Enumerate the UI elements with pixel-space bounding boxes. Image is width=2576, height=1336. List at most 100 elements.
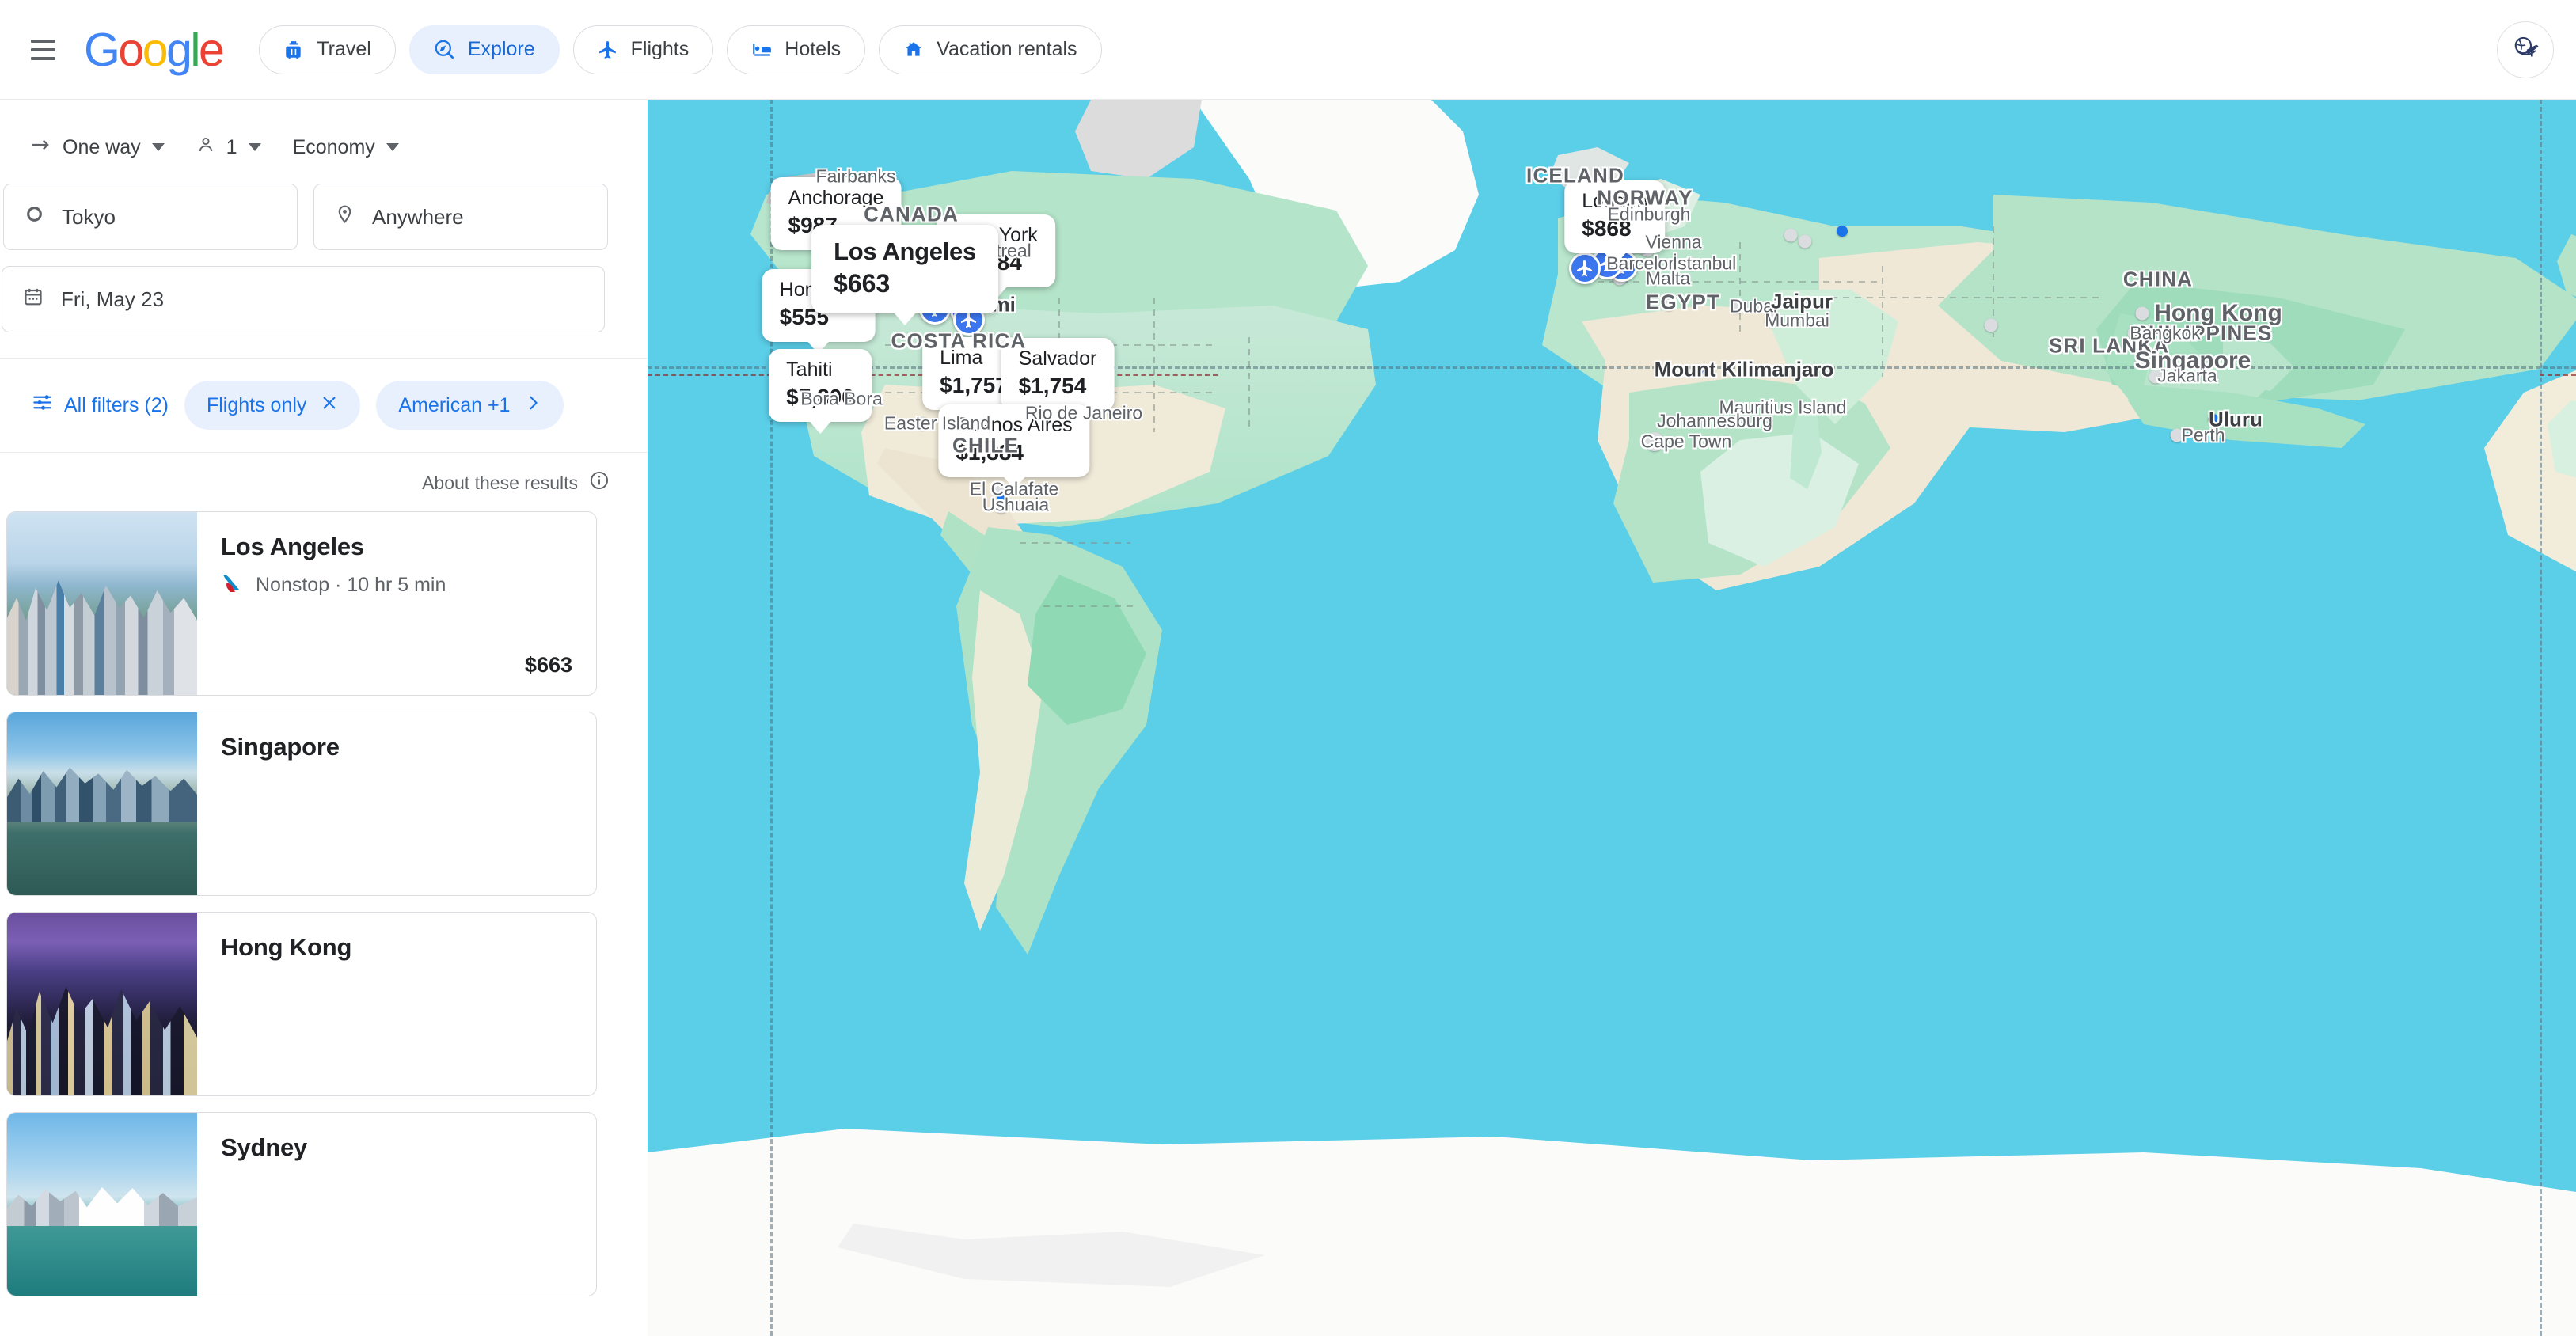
map-dot[interactable] xyxy=(2135,354,2149,368)
map-dot[interactable] xyxy=(1731,299,1745,313)
chevron-right-icon[interactable] xyxy=(524,394,541,417)
filter-chip-airlines-label: American +1 xyxy=(398,393,511,416)
nav-tab-travel[interactable]: Travel xyxy=(259,25,396,74)
list-item[interactable]: Los Angeles Nonstop · 10 hr 5 min $663 xyxy=(6,511,597,696)
callout-city: Salvador xyxy=(1018,347,1097,370)
card-body: Los Angeles Nonstop · 10 hr 5 min $663 xyxy=(197,512,596,695)
map-dot[interactable] xyxy=(2208,414,2219,425)
explore-map[interactable]: Anchorage $987 Los Angeles $663 New York… xyxy=(648,100,2576,1336)
price-callout-los-angeles[interactable]: Los Angeles $663 xyxy=(811,225,998,313)
about-these-results[interactable]: About these results xyxy=(0,453,648,495)
map-dot[interactable] xyxy=(2127,326,2141,340)
callout-price: $1,884 xyxy=(956,439,1024,465)
price-callout-salvador[interactable]: Salvador $1,754 xyxy=(1001,338,1115,411)
callout-city: London xyxy=(1582,190,1648,212)
map-dot[interactable] xyxy=(2135,306,2149,321)
avatar[interactable] xyxy=(2497,21,2554,78)
flight-details-row: Nonstop · 10 hr 5 min xyxy=(221,572,572,598)
price-callout-london[interactable]: London $868 xyxy=(1564,180,1666,253)
google-logo: Google xyxy=(84,23,225,77)
map-dot[interactable] xyxy=(1774,297,1785,308)
logo-letter-l: l xyxy=(190,23,200,76)
callout-city: Los Angeles xyxy=(834,237,976,265)
map-dot[interactable] xyxy=(1727,400,1741,415)
map-boundary-line xyxy=(2540,374,2576,376)
list-item[interactable]: Singapore xyxy=(6,712,597,896)
map-dot[interactable] xyxy=(1784,228,1798,242)
trip-options-row: One way 1 Economy xyxy=(0,100,648,169)
map-dot[interactable] xyxy=(1798,234,1812,249)
globe-plane-avatar-icon xyxy=(2509,32,2542,69)
destination-thumbnail-hong-kong xyxy=(7,913,197,1095)
all-filters-button[interactable]: All filters (2) xyxy=(32,392,169,419)
house-icon xyxy=(903,40,924,60)
list-item[interactable]: Hong Kong xyxy=(6,912,597,1096)
destination-name: Sydney xyxy=(221,1133,308,1161)
primary-nav: Travel Explore Flights Hotels Vacation r xyxy=(259,25,1102,74)
map-dot[interactable] xyxy=(1645,432,1664,451)
map-dot[interactable] xyxy=(1984,318,1998,332)
callout-price: $663 xyxy=(834,268,891,298)
chevron-down-icon xyxy=(386,143,399,151)
list-item[interactable]: Sydney xyxy=(6,1112,597,1296)
hamburger-menu-icon[interactable] xyxy=(22,29,63,70)
nav-tab-travel-label: Travel xyxy=(317,38,371,60)
logo-letter-G: G xyxy=(84,23,120,76)
map-dot[interactable] xyxy=(1837,226,1848,237)
origin-destination-row: Tokyo Anywhere xyxy=(2,169,648,250)
date-input[interactable]: Fri, May 23 xyxy=(2,266,605,332)
nav-tab-hotels[interactable]: Hotels xyxy=(727,25,866,74)
cabin-class-selector[interactable]: Economy xyxy=(280,125,412,169)
person-icon xyxy=(196,135,215,160)
chevron-down-icon xyxy=(151,143,165,151)
all-filters-label: All filters (2) xyxy=(64,393,169,416)
map-dot[interactable] xyxy=(915,416,929,431)
destination-value: Anywhere xyxy=(372,204,464,229)
filter-chip-flights-only-label: Flights only xyxy=(206,393,307,416)
map-graticule-meridian-right xyxy=(2540,100,2542,1336)
card-body: Singapore xyxy=(197,712,596,895)
price-callout-tahiti[interactable]: Tahiti $7,806 xyxy=(769,349,872,422)
map-dot[interactable] xyxy=(1663,414,1677,428)
map-dot[interactable] xyxy=(1647,271,1662,286)
nav-tab-hotels-label: Hotels xyxy=(785,38,842,60)
close-icon[interactable] xyxy=(321,394,338,417)
map-dot[interactable] xyxy=(2149,370,2163,384)
info-icon[interactable] xyxy=(589,470,610,495)
destination-input[interactable]: Anywhere xyxy=(313,184,608,250)
destination-thumbnail-los-angeles xyxy=(7,512,197,695)
map-dot[interactable] xyxy=(2170,428,2184,442)
destination-name: Los Angeles xyxy=(221,533,364,560)
callout-price: $868 xyxy=(1582,215,1632,241)
nav-tab-flights-label: Flights xyxy=(630,38,690,60)
explore-icon xyxy=(434,39,455,60)
filter-chip-airlines[interactable]: American +1 xyxy=(376,381,564,430)
filter-chip-flights-only[interactable]: Flights only xyxy=(184,381,361,430)
card-body: Sydney xyxy=(197,1113,596,1296)
airport-pin[interactable] xyxy=(1569,252,1601,284)
map-dot[interactable] xyxy=(1765,313,1779,328)
app-header: Google Travel Explore Flights Hotels Vac… xyxy=(0,0,2576,100)
map-dot[interactable] xyxy=(994,499,1009,514)
map-dot[interactable] xyxy=(1662,297,1676,311)
destination-thumbnail-singapore xyxy=(7,712,197,895)
origin-value: Tokyo xyxy=(62,204,116,229)
luggage-icon xyxy=(283,40,304,60)
origin-input[interactable]: Tokyo xyxy=(3,184,298,250)
filters-row: All filters (2) Flights only American +1 xyxy=(0,359,648,430)
nav-tab-flights[interactable]: Flights xyxy=(572,25,714,74)
trip-type-label: One way xyxy=(63,135,141,158)
nav-tab-explore[interactable]: Explore xyxy=(408,25,560,74)
map-dot[interactable] xyxy=(1693,364,1704,375)
price-callout-buenos-aires[interactable]: Buenos Aires $1,884 xyxy=(938,404,1090,477)
destination-name: Singapore xyxy=(221,733,340,761)
passengers-selector[interactable]: 1 xyxy=(184,125,274,169)
logo-letter-e: e xyxy=(199,23,225,76)
nav-tab-vacation-rentals[interactable]: Vacation rentals xyxy=(879,25,1102,74)
trip-type-selector[interactable]: One way xyxy=(17,125,177,169)
circle-origin-icon xyxy=(25,204,44,230)
calendar-icon xyxy=(23,287,44,313)
chevron-down-icon xyxy=(248,143,261,151)
map-dot[interactable] xyxy=(1685,256,1699,271)
american-airlines-logo xyxy=(221,572,245,598)
